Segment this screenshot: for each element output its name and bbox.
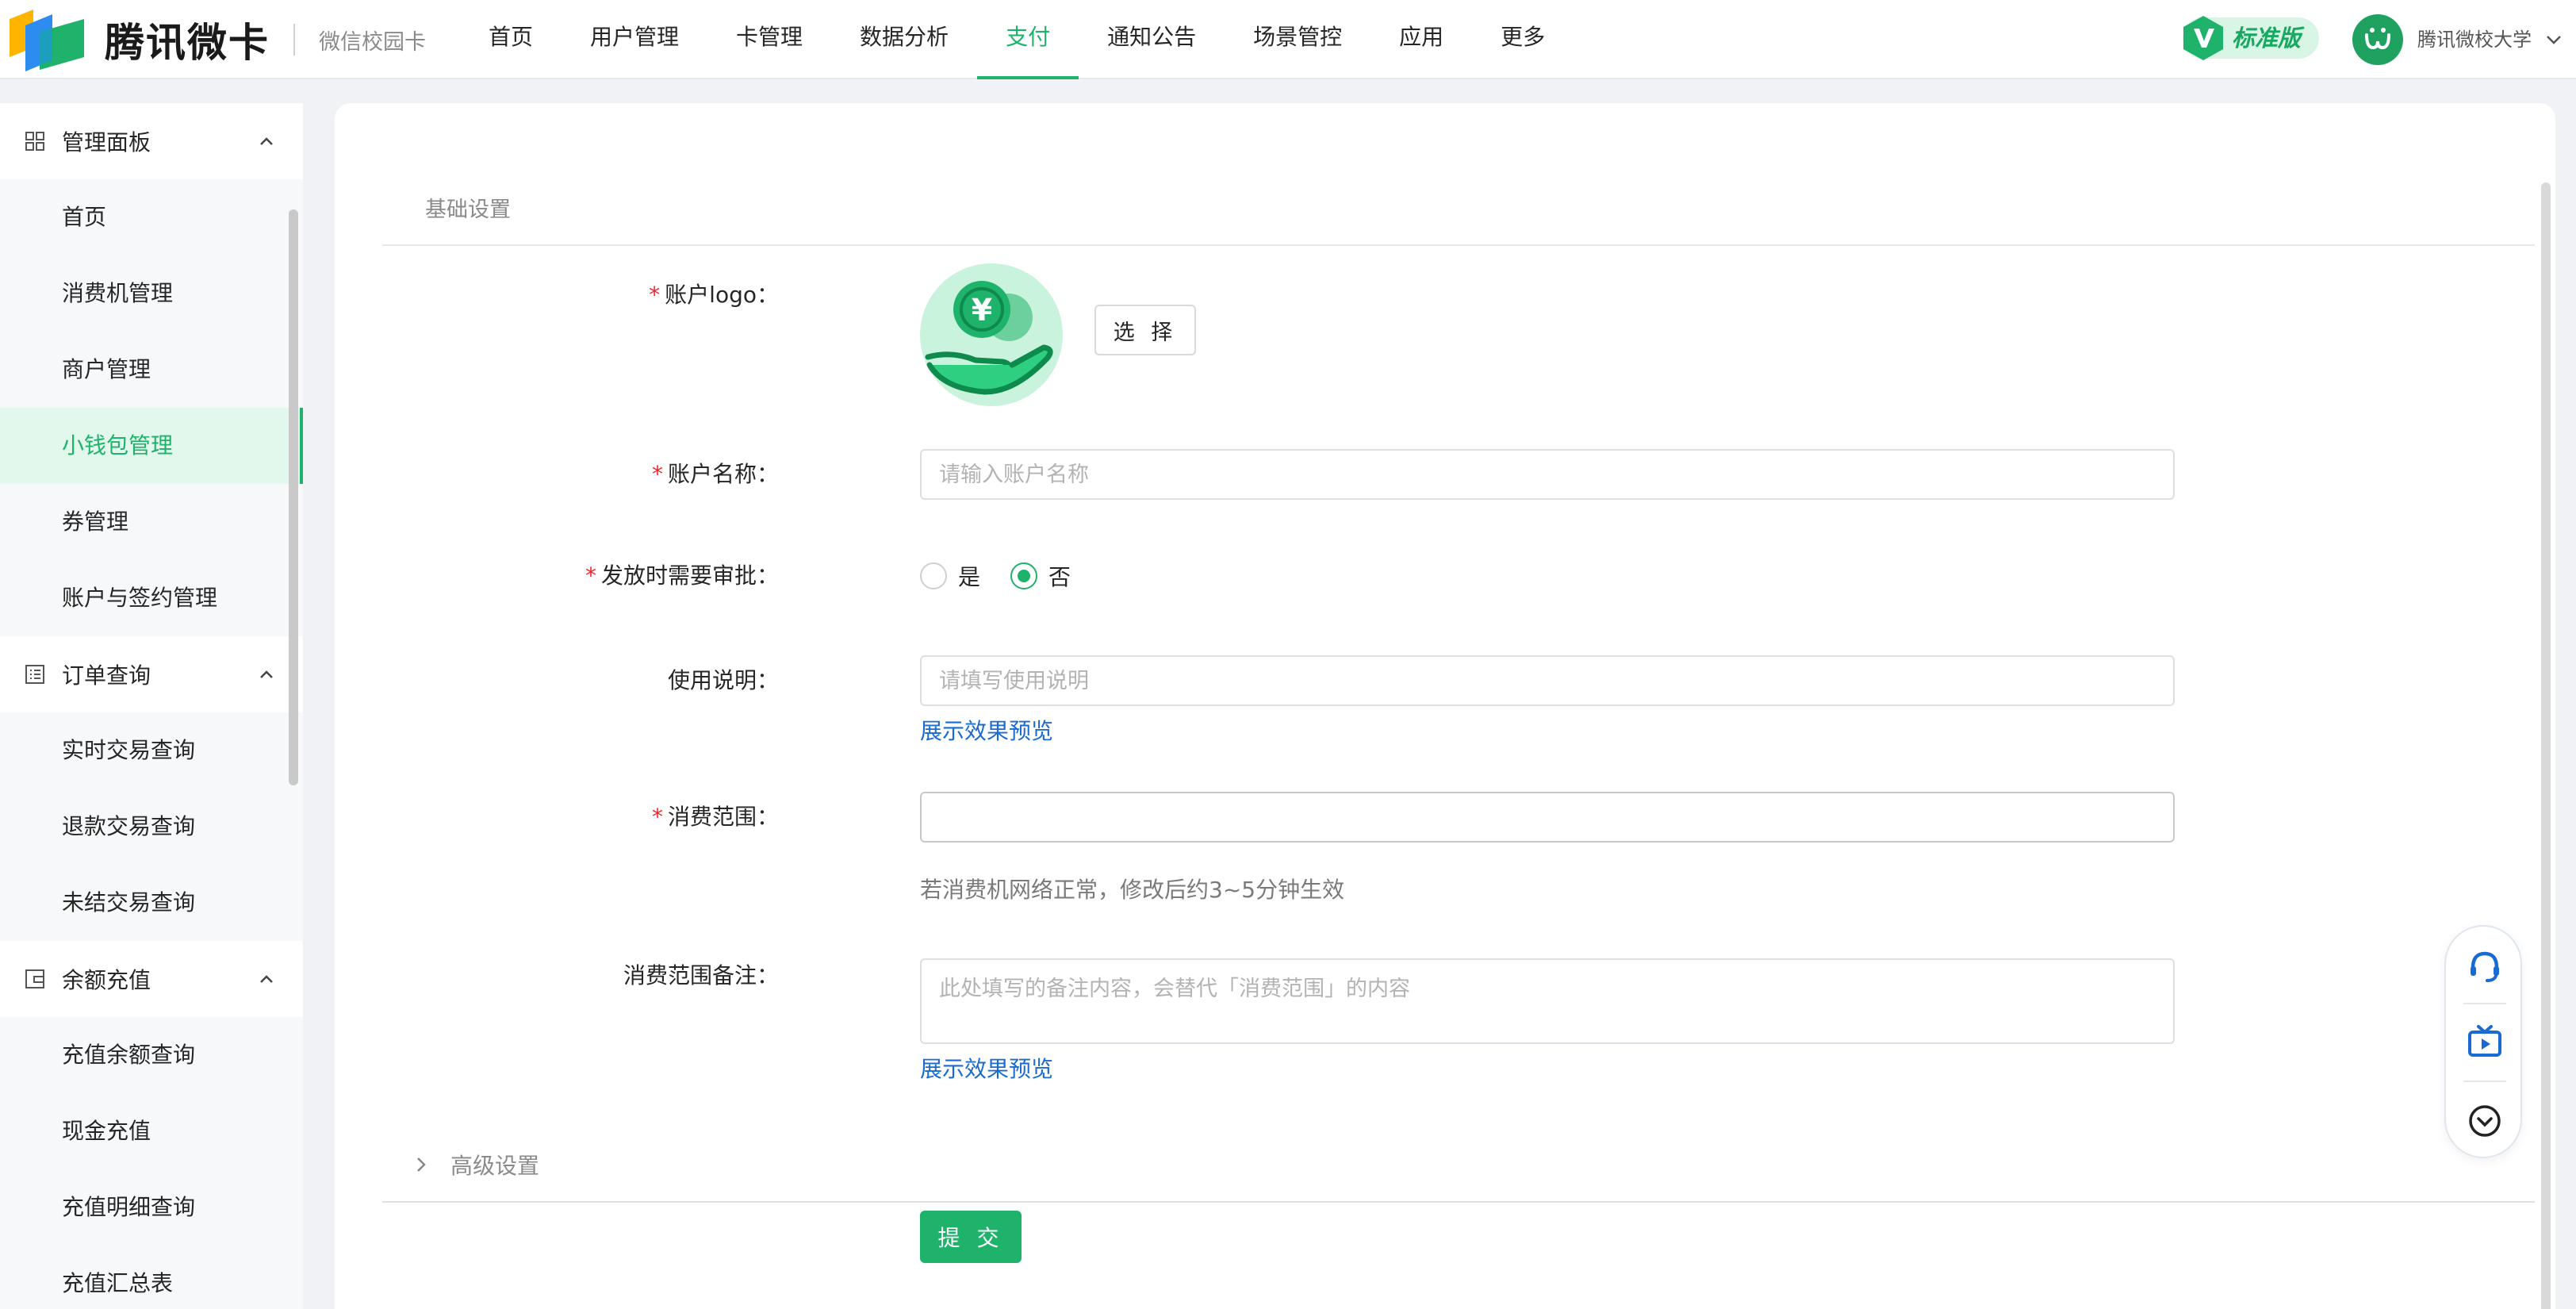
v-badge-icon bbox=[2183, 16, 2223, 60]
approval-yes-label[interactable]: 是 bbox=[958, 560, 980, 592]
chevron-up-icon bbox=[260, 137, 273, 145]
scope-label-row: * 消费范围： bbox=[335, 801, 779, 833]
coin-hand-icon: ¥ bbox=[925, 281, 1053, 395]
sidebar-item-unsettled[interactable]: 未结交易查询 bbox=[0, 865, 303, 941]
approval-yes-radio[interactable] bbox=[920, 562, 947, 589]
video-tv-icon[interactable] bbox=[2465, 1022, 2505, 1061]
sidebar-group-label: 余额充值 bbox=[62, 967, 151, 993]
brand-name: 腾讯微卡 bbox=[105, 20, 270, 66]
nav-item-users[interactable]: 用户管理 bbox=[562, 0, 707, 79]
brand-subtitle: 微信校园卡 bbox=[319, 29, 426, 55]
sidebar-item-recharge-detail[interactable]: 充值明细查询 bbox=[0, 1169, 303, 1246]
chevron-right-icon bbox=[417, 1157, 426, 1172]
sidebar-item-merchants[interactable]: 商户管理 bbox=[0, 332, 303, 408]
headset-icon[interactable] bbox=[2465, 946, 2505, 985]
chevron-up-icon bbox=[260, 670, 273, 678]
sidebar-scrollbar[interactable] bbox=[289, 209, 298, 785]
grid-icon bbox=[25, 132, 44, 151]
scope-input[interactable] bbox=[920, 792, 2175, 843]
scope-note-preview-link[interactable]: 展示效果预览 bbox=[920, 1052, 1053, 1084]
required-mark: * bbox=[651, 461, 663, 487]
sidebar-group-dashboard[interactable]: 管理面板 bbox=[0, 103, 303, 179]
sidebar-item-pos[interactable]: 消费机管理 bbox=[0, 255, 303, 332]
sidebar-item-recharge-summary[interactable]: 充值汇总表 bbox=[0, 1246, 303, 1309]
section-title-basic: 基础设置 bbox=[425, 198, 511, 222]
float-separator bbox=[2463, 1003, 2506, 1004]
sidebar-item-balance-query[interactable]: 充值余额查询 bbox=[0, 1017, 303, 1093]
form-panel: 基础设置 *账户logo： ¥ 选 择 *账户名称： *发放时需要审批： 是 否… bbox=[335, 103, 2555, 1309]
submit-button[interactable]: 提 交 bbox=[920, 1211, 1022, 1263]
chevron-down-icon[interactable] bbox=[2543, 29, 2565, 51]
nav-item-payment[interactable]: 支付 bbox=[977, 0, 1079, 79]
svg-text:¥: ¥ bbox=[972, 293, 992, 328]
choose-logo-button[interactable]: 选 择 bbox=[1094, 305, 1196, 355]
top-header: 腾讯微卡 微信校园卡 首页 用户管理 卡管理 数据分析 支付 通知公告 场景管控… bbox=[0, 0, 2576, 79]
usage-label: 使用说明： bbox=[667, 667, 779, 693]
nav-item-notices[interactable]: 通知公告 bbox=[1079, 0, 1225, 79]
usage-input[interactable] bbox=[920, 655, 2175, 706]
approval-radio-group: 是 否 bbox=[920, 560, 1101, 592]
required-mark: * bbox=[651, 804, 663, 830]
sidebar-item-accounts[interactable]: 账户与签约管理 bbox=[0, 560, 303, 636]
name-label-row: * 账户名称： bbox=[335, 459, 779, 490]
approval-no-label[interactable]: 否 bbox=[1048, 560, 1071, 592]
nav-item-cards[interactable]: 卡管理 bbox=[707, 0, 831, 79]
nav-item-analytics[interactable]: 数据分析 bbox=[831, 0, 977, 79]
nav-item-home[interactable]: 首页 bbox=[460, 0, 562, 79]
nav-item-more[interactable]: 更多 bbox=[1472, 0, 1574, 79]
required-mark: * bbox=[585, 562, 596, 589]
usage-label-row: 使用说明： bbox=[335, 665, 779, 697]
account-logo-image: ¥ bbox=[920, 263, 1063, 406]
name-label: 账户名称： bbox=[667, 461, 779, 487]
sidebar-item-realtime-trades[interactable]: 实时交易查询 bbox=[0, 712, 303, 789]
school-name[interactable]: 腾讯微校大学 bbox=[2417, 24, 2532, 56]
scope-label: 消费范围： bbox=[667, 804, 779, 830]
scope-note-label: 消费范围备注： bbox=[623, 962, 779, 988]
logo-label: 账户logo： bbox=[665, 282, 779, 308]
sidebar-item-cash-recharge[interactable]: 现金充值 bbox=[0, 1093, 303, 1169]
sidebar-item-refunds[interactable]: 退款交易查询 bbox=[0, 789, 303, 865]
sidebar-group-orders[interactable]: 订单查询 bbox=[0, 636, 303, 712]
sidebar-group-label: 管理面板 bbox=[62, 129, 151, 155]
scope-hint: 若消费机网络正常，修改后约3~5分钟生效 bbox=[920, 877, 1345, 903]
wallet-icon bbox=[25, 969, 44, 988]
advanced-settings-label: 高级设置 bbox=[450, 1153, 540, 1179]
sidebar-item-coupons[interactable]: 券管理 bbox=[0, 484, 303, 560]
account-name-input[interactable] bbox=[920, 449, 2175, 500]
approval-label: 发放时需要审批： bbox=[600, 562, 779, 589]
floating-toolbar bbox=[2444, 925, 2522, 1158]
approval-no-radio[interactable] bbox=[1010, 562, 1038, 589]
logo-label-row: * 账户logo： bbox=[335, 279, 779, 311]
top-nav: 首页 用户管理 卡管理 数据分析 支付 通知公告 场景管控 应用 更多 bbox=[460, 0, 1574, 79]
list-icon bbox=[25, 665, 44, 684]
brand-separator bbox=[293, 24, 295, 56]
float-separator bbox=[2463, 1081, 2506, 1082]
approval-label-row: * 发放时需要审批： bbox=[335, 560, 779, 592]
scope-note-textarea[interactable] bbox=[920, 958, 2175, 1044]
avatar[interactable] bbox=[2352, 14, 2403, 65]
nav-item-scenes[interactable]: 场景管控 bbox=[1225, 0, 1370, 79]
sidebar: 管理面板 首页 消费机管理 商户管理 小钱包管理 券管理 账户与签约管理 订单查… bbox=[0, 103, 303, 1309]
chevron-down-circle-icon[interactable] bbox=[2465, 1101, 2505, 1141]
section-divider bbox=[382, 244, 2535, 246]
edition-label: 标准版 bbox=[2232, 25, 2302, 52]
chevron-up-icon bbox=[260, 975, 273, 983]
sidebar-item-home[interactable]: 首页 bbox=[0, 179, 303, 255]
sidebar-group-recharge[interactable]: 余额充值 bbox=[0, 941, 303, 1017]
brand-logo-icon bbox=[8, 8, 89, 71]
sidebar-item-wallet[interactable]: 小钱包管理 bbox=[0, 408, 303, 484]
edition-badge[interactable]: 标准版 bbox=[2183, 16, 2319, 60]
advanced-settings-toggle[interactable]: 高级设置 bbox=[411, 1149, 539, 1180]
brand[interactable]: 腾讯微卡 微信校园卡 bbox=[8, 6, 426, 73]
panel-scrollbar[interactable] bbox=[2541, 182, 2551, 1309]
required-mark: * bbox=[649, 282, 661, 308]
nav-item-apps[interactable]: 应用 bbox=[1370, 0, 1472, 79]
usage-preview-link[interactable]: 展示效果预览 bbox=[920, 714, 1053, 746]
sidebar-group-label: 订单查询 bbox=[62, 662, 151, 689]
scope-note-label-row: 消费范围备注： bbox=[335, 960, 779, 992]
advanced-divider bbox=[382, 1201, 2535, 1203]
